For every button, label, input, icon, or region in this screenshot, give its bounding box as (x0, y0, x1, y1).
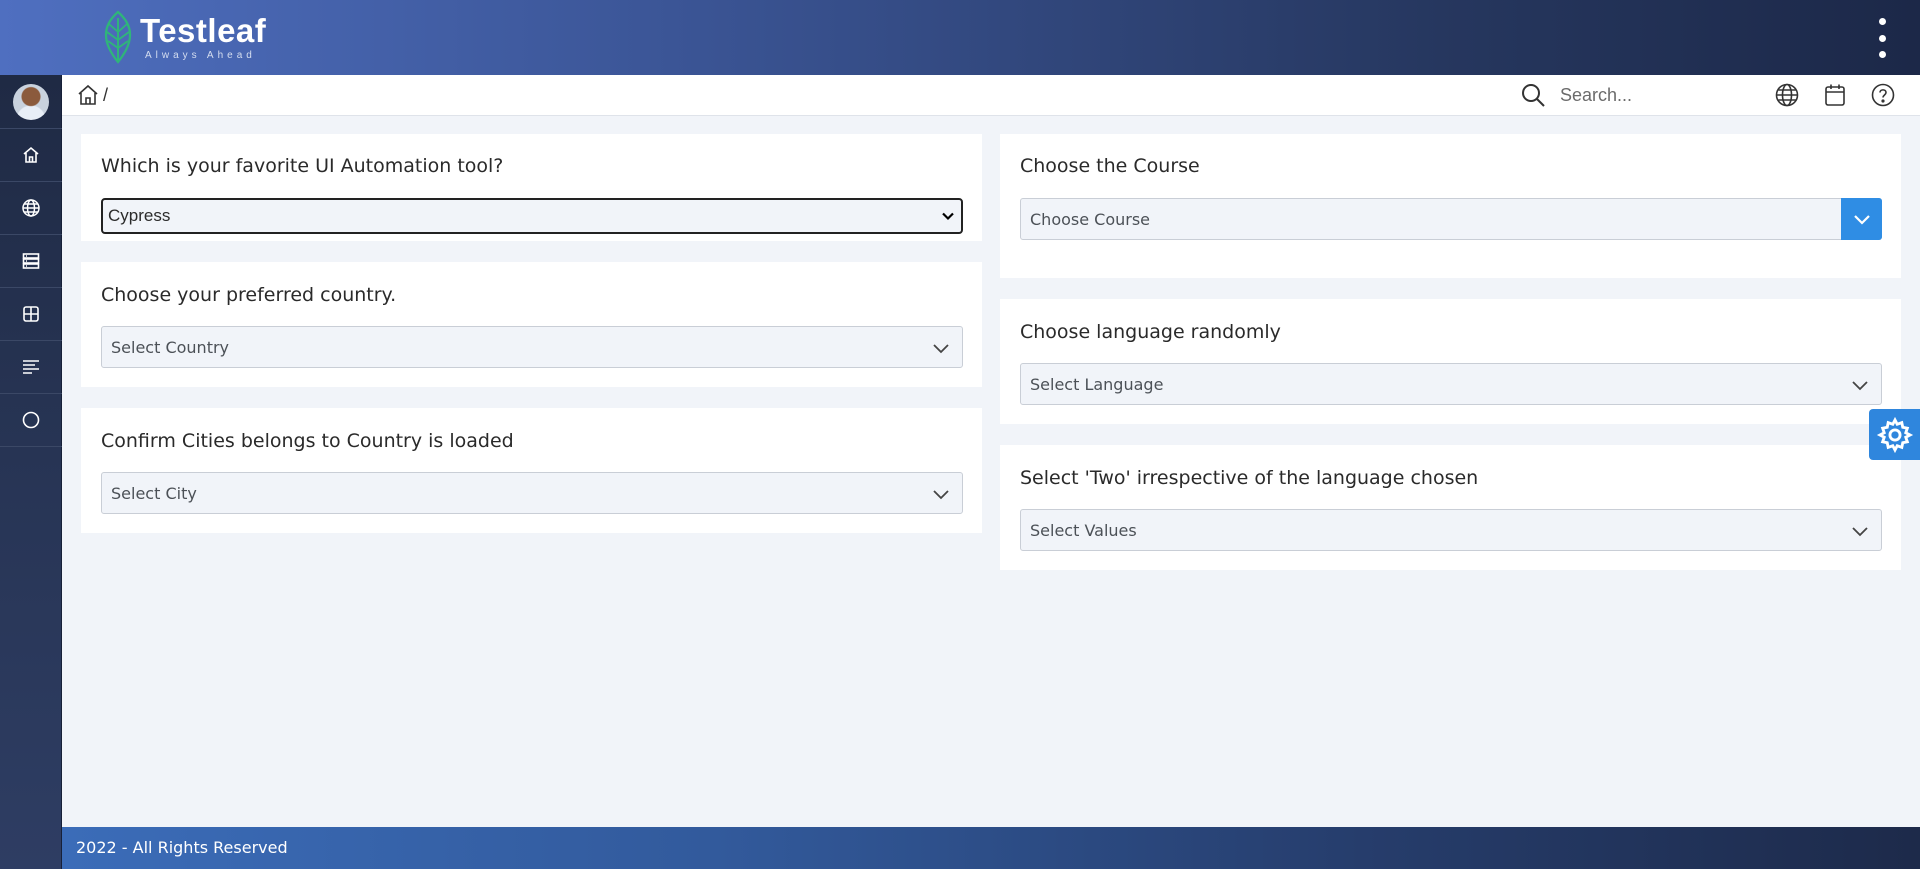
chevron-down-icon (1852, 381, 1868, 391)
testleaf-logo[interactable]: Testleaf Always Ahead (98, 10, 266, 64)
calendar-icon[interactable] (1822, 82, 1848, 108)
home-icon (23, 146, 39, 163)
brand-tagline: Always Ahead (145, 49, 256, 61)
language-title: Choose language randomly (1020, 321, 1281, 343)
course-dropdown[interactable]: Choose Course (1020, 198, 1882, 240)
kebab-dot (1878, 51, 1886, 58)
country-card: Choose your preferred country. Select Co… (81, 262, 982, 387)
settings-button[interactable] (1869, 409, 1920, 460)
top-bar: Testleaf Always Ahead (0, 0, 1920, 75)
sidebar (0, 75, 62, 869)
avatar-image (13, 83, 49, 120)
table-icon (23, 306, 39, 322)
language-placeholder: Select Language (1030, 374, 1164, 394)
kebab-dot (1878, 34, 1886, 42)
sidebar-item-globe[interactable] (0, 182, 62, 235)
course-dropdown-button[interactable] (1841, 198, 1882, 240)
chevron-down-icon (942, 212, 954, 221)
ui-tool-card: Which is your favorite UI Automation too… (81, 134, 982, 241)
kebab-dot (1878, 18, 1886, 25)
server-icon (22, 253, 40, 269)
course-title: Choose the Course (1020, 155, 1200, 177)
ui-tool-title: Which is your favorite UI Automation too… (101, 155, 504, 177)
chevron-down-icon (933, 490, 949, 500)
circle-icon (22, 411, 40, 429)
more-menu-button[interactable] (1874, 18, 1890, 58)
values-dropdown[interactable]: Select Values (1020, 509, 1882, 551)
brand-name: Testleaf (140, 11, 267, 49)
sidebar-item-server[interactable] (0, 235, 62, 288)
country-dropdown[interactable]: Select Country (101, 326, 963, 368)
chevron-down-icon (1852, 527, 1868, 537)
breadcrumb-bar: / (62, 75, 1920, 116)
breadcrumb-separator: / (103, 84, 109, 105)
gear-icon (1876, 416, 1913, 453)
city-placeholder: Select City (111, 483, 197, 503)
city-dropdown[interactable]: Select City (101, 472, 963, 514)
language-card: Choose language randomly Select Language (1000, 299, 1901, 424)
values-title: Select 'Two' irrespective of the languag… (1020, 467, 1479, 489)
sidebar-item-circle[interactable] (0, 394, 62, 447)
leaf-logo-icon (104, 10, 132, 64)
help-icon[interactable] (1870, 82, 1896, 108)
globe-icon[interactable] (1774, 82, 1800, 108)
search-icon[interactable] (1520, 82, 1546, 108)
sidebar-item-home[interactable] (0, 129, 62, 182)
chevron-down-icon (1853, 215, 1870, 225)
breadcrumb: / (76, 83, 108, 107)
ui-tool-select[interactable]: Cypress (101, 198, 963, 234)
chevron-down-icon (933, 344, 949, 354)
globe-icon (22, 199, 40, 217)
course-placeholder: Choose Course (1030, 209, 1151, 229)
city-card: Confirm Cities belongs to Country is loa… (81, 408, 982, 533)
country-placeholder: Select Country (111, 337, 230, 357)
sidebar-item-text[interactable] (0, 341, 62, 394)
align-left-icon (23, 360, 39, 374)
language-dropdown[interactable]: Select Language (1020, 363, 1882, 405)
home-icon[interactable] (76, 83, 100, 107)
values-card: Select 'Two' irrespective of the languag… (1000, 445, 1901, 570)
country-title: Choose your preferred country. (101, 284, 397, 306)
city-title: Confirm Cities belongs to Country is loa… (101, 430, 514, 452)
sidebar-item-table[interactable] (0, 288, 62, 341)
ui-tool-selected-value: Cypress (108, 206, 171, 225)
avatar[interactable] (0, 75, 62, 129)
values-placeholder: Select Values (1030, 520, 1137, 540)
course-card: Choose the Course Choose Course (1000, 134, 1901, 278)
search-box (1520, 81, 1750, 109)
footer: 2022 - All Rights Reserved (62, 827, 1920, 869)
search-input[interactable] (1560, 81, 1750, 109)
footer-copyright: 2022 - All Rights Reserved (76, 838, 288, 857)
